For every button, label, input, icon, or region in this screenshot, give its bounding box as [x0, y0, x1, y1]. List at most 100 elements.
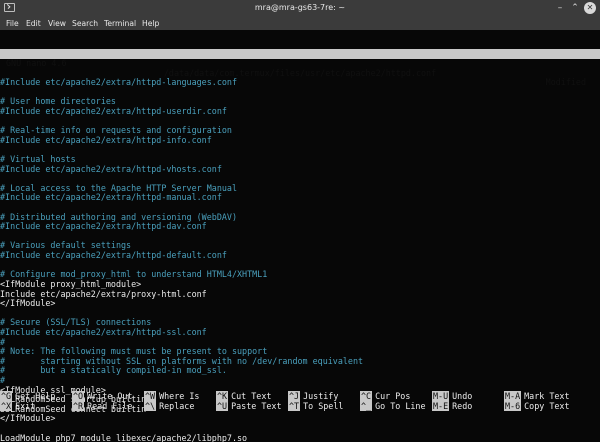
terminal-area[interactable]: GNU nano 4.6 /data/data/com.termux/files…: [0, 30, 600, 442]
shortcut-key: ^W: [144, 391, 157, 401]
shortcut-key: ^_: [360, 401, 373, 411]
shortcut-read-file[interactable]: ^R Read File: [72, 401, 144, 411]
shortcut-key: ^T: [288, 401, 301, 411]
shortcut-redo[interactable]: M-E Redo: [432, 401, 504, 411]
shortcut-label: Replace: [159, 401, 195, 411]
menu-file[interactable]: File: [6, 19, 19, 28]
line-text: # Real-time info on requests and configu…: [0, 125, 232, 136]
file-path: /data/data/com.termux/files/usr/etc/apac…: [163, 67, 437, 78]
shortcut-label: Undo: [452, 391, 473, 401]
editor-line[interactable]: #Include etc/apache2/extra/httpd-ssl.con…: [0, 326, 600, 338]
shortcut-key: ^\: [144, 401, 157, 411]
line-text: #: [0, 336, 6, 347]
line-text: # Configure mod_proxy_html to understand…: [0, 269, 268, 280]
line-text: # starting without SSL on platforms with…: [0, 355, 364, 366]
modified-status: Modified: [545, 77, 586, 88]
shortcut-label: Go To Line: [375, 401, 426, 411]
editor-line[interactable]: </IfModule>: [0, 298, 600, 309]
editor-line[interactable]: #Include etc/apache2/extra/httpd-userdir…: [0, 105, 600, 117]
shortcut-replace[interactable]: ^\ Replace: [144, 401, 216, 411]
nano-header: GNU nano 4.6 /data/data/com.termux/files…: [0, 49, 600, 87]
shortcut-paste-text[interactable]: ^U Paste Text: [216, 401, 288, 411]
line-text: #Include etc/apache2/extra/httpd-dav.con…: [0, 221, 207, 232]
shortcut-justify[interactable]: ^J Justify: [288, 391, 360, 401]
minimize-icon[interactable]: –: [554, 2, 566, 14]
shortcut-cur-pos[interactable]: ^C Cur Pos: [360, 391, 432, 401]
shortcut-go-to-line[interactable]: ^_ Go To Line: [360, 401, 432, 411]
editor-line[interactable]: #Include etc/apache2/extra/httpd-vhosts.…: [0, 164, 600, 175]
maximize-icon[interactable]: ⌃: [569, 2, 581, 14]
shortcut-exit[interactable]: ^X Exit: [0, 401, 72, 411]
shortcut-mark-text[interactable]: M-A Mark Text: [504, 391, 576, 401]
line-text: # Local access to the Apache HTTP Server…: [0, 182, 237, 193]
shortcut-key: ^X: [0, 401, 13, 411]
shortcut-key: M-U: [432, 391, 450, 401]
shortcut-undo[interactable]: M-U Undo: [432, 391, 504, 401]
editor-line[interactable]: </IfModule>: [0, 414, 600, 424]
menu-view[interactable]: View: [48, 19, 66, 28]
shortcut-key: ^K: [216, 391, 229, 401]
line-text: #Include etc/apache2/extra/httpd-ssl.con…: [0, 326, 207, 337]
shortcut-where-is[interactable]: ^W Where Is: [144, 391, 216, 401]
shortcut-key: M-A: [504, 391, 522, 401]
shortcut-to-spell[interactable]: ^T To Spell: [288, 401, 360, 411]
line-text: #: [0, 375, 6, 385]
line-text: # Distributed authoring and versioning (…: [0, 211, 237, 222]
line-text: </IfModule>: [0, 298, 56, 309]
shortcut-label: Write Out: [87, 391, 133, 401]
line-text: #Include etc/apache2/extra/httpd-userdir…: [0, 105, 227, 116]
line-text: #Include etc/apache2/extra/httpd-info.co…: [0, 134, 212, 145]
editor-line[interactable]: # but a statically compiled-in mod_ssl.: [0, 366, 600, 376]
shortcut-key: M-6: [504, 401, 522, 411]
shortcut-label: Read File: [87, 401, 133, 411]
line-text: # Various default settings: [0, 240, 132, 251]
line-text: #Include etc/apache2/extra/httpd-languag…: [0, 77, 237, 88]
shortcut-label: Exit: [15, 401, 36, 411]
line-text: #Include etc/apache2/extra/httpd-manual.…: [0, 192, 222, 203]
line-text: Include etc/apache2/extra/proxy-html.con…: [0, 288, 207, 299]
shortcut-key: ^G: [0, 391, 13, 401]
line-text: # Note: The following must must be prese…: [0, 346, 268, 357]
line-text: <IfModule proxy_html_module>: [0, 278, 142, 289]
window-title: mra@mra-gs63-7re: ~: [254, 3, 346, 12]
line-text: </IfModule>: [0, 413, 56, 424]
shortcut-label: Cut Text: [231, 391, 272, 401]
shortcut-key: ^O: [72, 391, 85, 401]
menu-search[interactable]: Search: [72, 19, 98, 28]
shortcut-write-out[interactable]: ^O Write Out: [72, 391, 144, 401]
line-text: # Virtual hosts: [0, 153, 76, 164]
shortcut-copy-text[interactable]: M-6 Copy Text: [504, 401, 576, 411]
shortcut-label: Where Is: [159, 391, 200, 401]
line-text: # but a statically compiled-in mod_ssl.: [0, 365, 227, 376]
shortcut-cut-text[interactable]: ^K Cut Text: [216, 391, 288, 401]
menu-bar: File Edit View Search Terminal Help: [0, 17, 600, 30]
menu-edit[interactable]: Edit: [26, 19, 41, 28]
line-text: #Include etc/apache2/extra/httpd-default…: [0, 250, 227, 261]
shortcut-key: M-E: [432, 401, 450, 411]
terminal-window: mra@mra-gs63-7re: ~ – ⌃ ✕ File Edit View…: [0, 0, 600, 442]
shortcut-label: Redo: [452, 401, 473, 411]
shortcut-label: Paste Text: [231, 401, 282, 411]
shortcut-key: ^U: [216, 401, 229, 411]
editor-line[interactable]: #Include etc/apache2/extra/httpd-default…: [0, 250, 600, 261]
editor-line[interactable]: [0, 145, 600, 155]
editor-line[interactable]: #Include etc/apache2/extra/httpd-info.co…: [0, 134, 600, 146]
menu-terminal[interactable]: Terminal: [104, 19, 136, 28]
shortcut-label: To Spell: [303, 401, 344, 411]
shortcut-label: Copy Text: [524, 401, 570, 411]
editor-line[interactable]: #Include etc/apache2/extra/httpd-manual.…: [0, 193, 600, 203]
editor-line[interactable]: Include etc/apache2/extra/proxy-html.con…: [0, 288, 600, 300]
close-icon[interactable]: ✕: [584, 2, 596, 14]
menu-help[interactable]: Help: [142, 19, 159, 28]
shortcut-label: Cur Pos: [375, 391, 411, 401]
editor-line[interactable]: LoadModule php7_module libexec/apache2/l…: [0, 432, 600, 442]
line-text: # Secure (SSL/TLS) connections: [0, 317, 152, 328]
editor-line[interactable]: #Include etc/apache2/extra/httpd-dav.con…: [0, 221, 600, 232]
title-bar[interactable]: mra@mra-gs63-7re: ~ – ⌃ ✕: [0, 0, 600, 17]
editor-line[interactable]: #Include etc/apache2/extra/httpd-languag…: [0, 77, 600, 88]
editor-buffer[interactable]: #Include etc/apache2/extra/httpd-languag…: [0, 77, 600, 442]
line-text: # User home directories: [0, 96, 116, 107]
shortcut-get-help[interactable]: ^G Get Help: [0, 391, 72, 401]
shortcut-label: Get Help: [15, 391, 56, 401]
line-text: LoadModule php7_module libexec/apache2/l…: [0, 432, 248, 442]
